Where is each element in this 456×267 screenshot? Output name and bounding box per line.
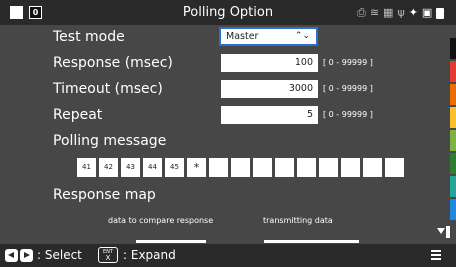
compare-column-header: data to compare response <box>108 216 214 225</box>
test-mode-label: Test mode <box>53 29 125 45</box>
swatch <box>450 38 456 59</box>
swatch <box>450 130 456 151</box>
scrollbar-thumb[interactable] <box>446 226 450 238</box>
byte-cell[interactable] <box>253 158 272 177</box>
byte-cell[interactable] <box>297 158 316 177</box>
test-mode-select[interactable]: Master ⌃⌄ <box>219 27 318 46</box>
usb-icon: ψ <box>397 6 405 19</box>
response-range: [ 0 - 99999 ] <box>323 58 373 67</box>
response-input[interactable]: 100 <box>221 54 318 72</box>
swatch <box>450 176 456 197</box>
printer-icon: ⎙ <box>357 6 366 19</box>
enter-key-bottom: X <box>105 254 111 262</box>
timeout-label: Timeout (msec) <box>53 81 163 97</box>
polling-message-bytes: 41 42 43 44 45 * <box>77 158 404 177</box>
title-bar: 0 Polling Option ⎙ ≊ ▦ ψ ✦ ▣ <box>0 0 456 25</box>
response-label: Response (msec) <box>53 55 173 71</box>
polling-message-label: Polling message <box>53 133 167 149</box>
repeat-label: Repeat <box>53 107 103 123</box>
chevron-updown-icon: ⌃⌄ <box>294 31 310 41</box>
byte-cell[interactable] <box>385 158 404 177</box>
byte-cell[interactable] <box>341 158 360 177</box>
wifi-icon: ≊ <box>369 6 380 19</box>
byte-cell[interactable]: 44 <box>143 158 162 177</box>
byte-cell[interactable] <box>363 158 382 177</box>
footer-bar: : Select ENT X : Expand <box>0 244 456 267</box>
swatch <box>450 84 456 105</box>
wrench-icon: ✦ <box>408 6 418 19</box>
select-hint: : Select <box>37 248 82 262</box>
color-swatch-strip <box>450 38 456 222</box>
compare-input-edge[interactable] <box>136 240 206 243</box>
byte-cell[interactable] <box>231 158 250 177</box>
byte-cell[interactable]: 45 <box>165 158 184 177</box>
swatch <box>450 199 456 220</box>
byte-cell[interactable] <box>209 158 228 177</box>
swatch <box>450 153 456 174</box>
byte-cell[interactable]: 42 <box>99 158 118 177</box>
byte-cell[interactable]: 41 <box>77 158 96 177</box>
transmit-column-header: transmitting data <box>263 216 333 225</box>
byte-cell[interactable]: * <box>187 158 206 177</box>
network-icon: ▦ <box>383 6 394 19</box>
arrow-left-key-icon <box>5 249 18 262</box>
scroll-down-icon[interactable] <box>437 228 445 234</box>
swatch <box>450 61 456 82</box>
test-mode-value: Master <box>226 31 259 42</box>
timeout-input[interactable]: 3000 <box>221 80 318 98</box>
status-icons: ⎙ ≊ ▦ ψ ✦ ▣ <box>357 6 445 20</box>
repeat-input[interactable]: 5 <box>221 106 318 124</box>
sd-card-icon: ▣ <box>421 6 433 19</box>
swatch <box>450 107 456 128</box>
repeat-range: [ 0 - 99999 ] <box>323 110 373 119</box>
response-map-label: Response map <box>53 187 156 203</box>
menu-icon[interactable] <box>431 250 441 261</box>
byte-cell[interactable]: 43 <box>121 158 140 177</box>
transmit-input-edge[interactable] <box>264 240 359 243</box>
arrow-right-key-icon <box>20 249 33 262</box>
enter-key-icon: ENT X <box>98 247 118 263</box>
byte-cell[interactable] <box>275 158 294 177</box>
byte-cell[interactable] <box>319 158 338 177</box>
expand-hint: : Expand <box>123 248 176 262</box>
battery-icon <box>436 7 445 19</box>
timeout-range: [ 0 - 99999 ] <box>323 84 373 93</box>
